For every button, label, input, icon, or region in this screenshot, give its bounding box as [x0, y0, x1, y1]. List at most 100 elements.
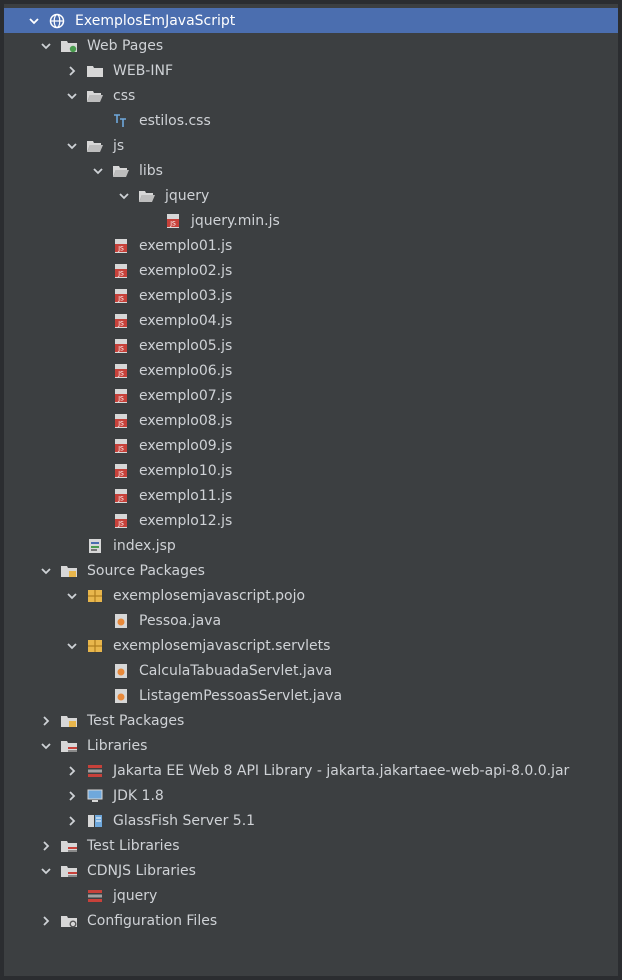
- chevron-right-icon[interactable]: [38, 838, 54, 854]
- tree-node-configuration-files[interactable]: Configuration Files: [4, 908, 618, 933]
- tree-node-package-pojo[interactable]: exemplosemjavascript.pojo: [4, 583, 618, 608]
- tree-node-example-js[interactable]: JS exemplo03.js: [4, 283, 618, 308]
- tree-label-test-packages: Test Packages: [87, 712, 185, 729]
- chevron-down-icon[interactable]: [38, 738, 54, 754]
- tree-node-jdk[interactable]: JDK 1.8: [4, 783, 618, 808]
- tree-node-jakarta-library[interactable]: Jakarta EE Web 8 API Library - jakarta.j…: [4, 758, 618, 783]
- tree-node-example-js[interactable]: JS exemplo12.js: [4, 508, 618, 533]
- tree-node-package-servlets[interactable]: exemplosemjavascript.servlets: [4, 633, 618, 658]
- tree-label-project: ExemplosEmJavaScript: [75, 12, 236, 29]
- libraries-folder-icon: [60, 738, 78, 754]
- tree-node-jquery-min-js[interactable]: JS jquery.min.js: [4, 208, 618, 233]
- server-library-icon: [86, 813, 104, 829]
- chevron-right-icon[interactable]: [64, 813, 80, 829]
- svg-text:JS: JS: [117, 370, 124, 377]
- tree-node-source-packages[interactable]: Source Packages: [4, 558, 618, 583]
- tree-node-example-js[interactable]: JS exemplo07.js: [4, 383, 618, 408]
- chevron-down-icon[interactable]: [38, 38, 54, 54]
- java-file-icon: [112, 663, 130, 679]
- library-books-icon: [86, 763, 104, 779]
- tree-label-jdk: JDK 1.8: [113, 787, 164, 804]
- chevron-right-icon[interactable]: [38, 913, 54, 929]
- tree-node-calcula-java[interactable]: CalculaTabuadaServlet.java: [4, 658, 618, 683]
- tree-node-example-js[interactable]: JS exemplo05.js: [4, 333, 618, 358]
- tree-label-pessoa-java: Pessoa.java: [139, 612, 222, 629]
- tree-node-test-packages[interactable]: Test Packages: [4, 708, 618, 733]
- js-file-icon: JS: [112, 288, 130, 304]
- js-file-icon: JS: [112, 488, 130, 504]
- panel-border-bottom: [0, 976, 622, 980]
- tree-node-libs[interactable]: libs: [4, 158, 618, 183]
- project-tree-panel: ExemplosEmJavaScript Web Pages WEB-INF c…: [0, 0, 622, 980]
- chevron-down-icon[interactable]: [90, 163, 106, 179]
- tree-label-example-js: exemplo07.js: [139, 387, 233, 404]
- tree-node-estilos-css[interactable]: estilos.css: [4, 108, 618, 133]
- tree-label-example-js: exemplo11.js: [139, 487, 233, 504]
- svg-text:JS: JS: [117, 245, 124, 252]
- tree-label-example-js: exemplo05.js: [139, 337, 233, 354]
- tree-node-js[interactable]: js: [4, 133, 618, 158]
- tree-label-example-js: exemplo03.js: [139, 287, 233, 304]
- java-file-icon: [112, 613, 130, 629]
- tree-label-package-pojo: exemplosemjavascript.pojo: [113, 587, 306, 604]
- js-file-icon: JS: [112, 363, 130, 379]
- tree-node-web-pages[interactable]: Web Pages: [4, 33, 618, 58]
- svg-text:JS: JS: [117, 495, 124, 502]
- tree-node-cdnjs-libraries[interactable]: CDNJS Libraries: [4, 858, 618, 883]
- tree-label-libraries: Libraries: [87, 737, 148, 754]
- tree-node-example-js[interactable]: JS exemplo08.js: [4, 408, 618, 433]
- chevron-down-icon[interactable]: [38, 563, 54, 579]
- tree-label-estilos-css: estilos.css: [139, 112, 211, 129]
- tree-label-example-js: exemplo09.js: [139, 437, 233, 454]
- java-file-icon: [112, 688, 130, 704]
- tree-node-jquery-folder[interactable]: jquery: [4, 183, 618, 208]
- js-file-icon: JS: [112, 513, 130, 529]
- tree-node-example-js[interactable]: JS exemplo04.js: [4, 308, 618, 333]
- tree-label-web-pages: Web Pages: [87, 37, 164, 54]
- tree-node-example-js[interactable]: JS exemplo10.js: [4, 458, 618, 483]
- chevron-down-icon[interactable]: [116, 188, 132, 204]
- folder-open-icon: [112, 163, 130, 179]
- tree-node-css[interactable]: css: [4, 83, 618, 108]
- tree-label-example-js: exemplo01.js: [139, 237, 233, 254]
- jdk-monitor-icon: [86, 788, 104, 804]
- chevron-right-icon[interactable]: [38, 713, 54, 729]
- tree-node-listagem-java[interactable]: ListagemPessoasServlet.java: [4, 683, 618, 708]
- svg-text:JS: JS: [117, 520, 124, 527]
- tree-node-index-jsp[interactable]: index.jsp: [4, 533, 618, 558]
- tree-node-project[interactable]: ExemplosEmJavaScript: [4, 8, 618, 33]
- chevron-right-icon[interactable]: [64, 788, 80, 804]
- libraries-folder-icon: [60, 863, 78, 879]
- chevron-down-icon[interactable]: [64, 638, 80, 654]
- folder-open-icon: [138, 188, 156, 204]
- tree-node-test-libraries[interactable]: Test Libraries: [4, 833, 618, 858]
- source-folder-icon: [60, 563, 78, 579]
- svg-text:JS: JS: [117, 270, 124, 277]
- tree-node-example-js[interactable]: JS exemplo11.js: [4, 483, 618, 508]
- panel-border-top: [0, 0, 622, 4]
- folder-open-icon: [86, 88, 104, 104]
- package-icon: [86, 588, 104, 604]
- tree-label-cdnjs-jquery: jquery: [113, 887, 158, 904]
- chevron-right-icon[interactable]: [64, 63, 80, 79]
- tree-node-glassfish[interactable]: GlassFish Server 5.1: [4, 808, 618, 833]
- tree-node-example-js[interactable]: JS exemplo02.js: [4, 258, 618, 283]
- tree-node-pessoa-java[interactable]: Pessoa.java: [4, 608, 618, 633]
- web-folder-icon: [60, 38, 78, 54]
- chevron-down-icon[interactable]: [38, 863, 54, 879]
- tree-node-example-js[interactable]: JS exemplo09.js: [4, 433, 618, 458]
- tree-label-css: css: [113, 87, 136, 104]
- js-file-icon: JS: [112, 313, 130, 329]
- tree-node-example-js[interactable]: JS exemplo01.js: [4, 233, 618, 258]
- tree-node-libraries[interactable]: Libraries: [4, 733, 618, 758]
- tree-node-web-inf[interactable]: WEB-INF: [4, 58, 618, 83]
- chevron-down-icon[interactable]: [26, 13, 42, 29]
- tree-node-cdnjs-jquery[interactable]: jquery: [4, 883, 618, 908]
- svg-text:JS: JS: [117, 345, 124, 352]
- chevron-down-icon[interactable]: [64, 588, 80, 604]
- chevron-right-icon[interactable]: [64, 763, 80, 779]
- tree-node-example-js[interactable]: JS exemplo06.js: [4, 358, 618, 383]
- globe-icon: [48, 13, 66, 29]
- chevron-down-icon[interactable]: [64, 88, 80, 104]
- chevron-down-icon[interactable]: [64, 138, 80, 154]
